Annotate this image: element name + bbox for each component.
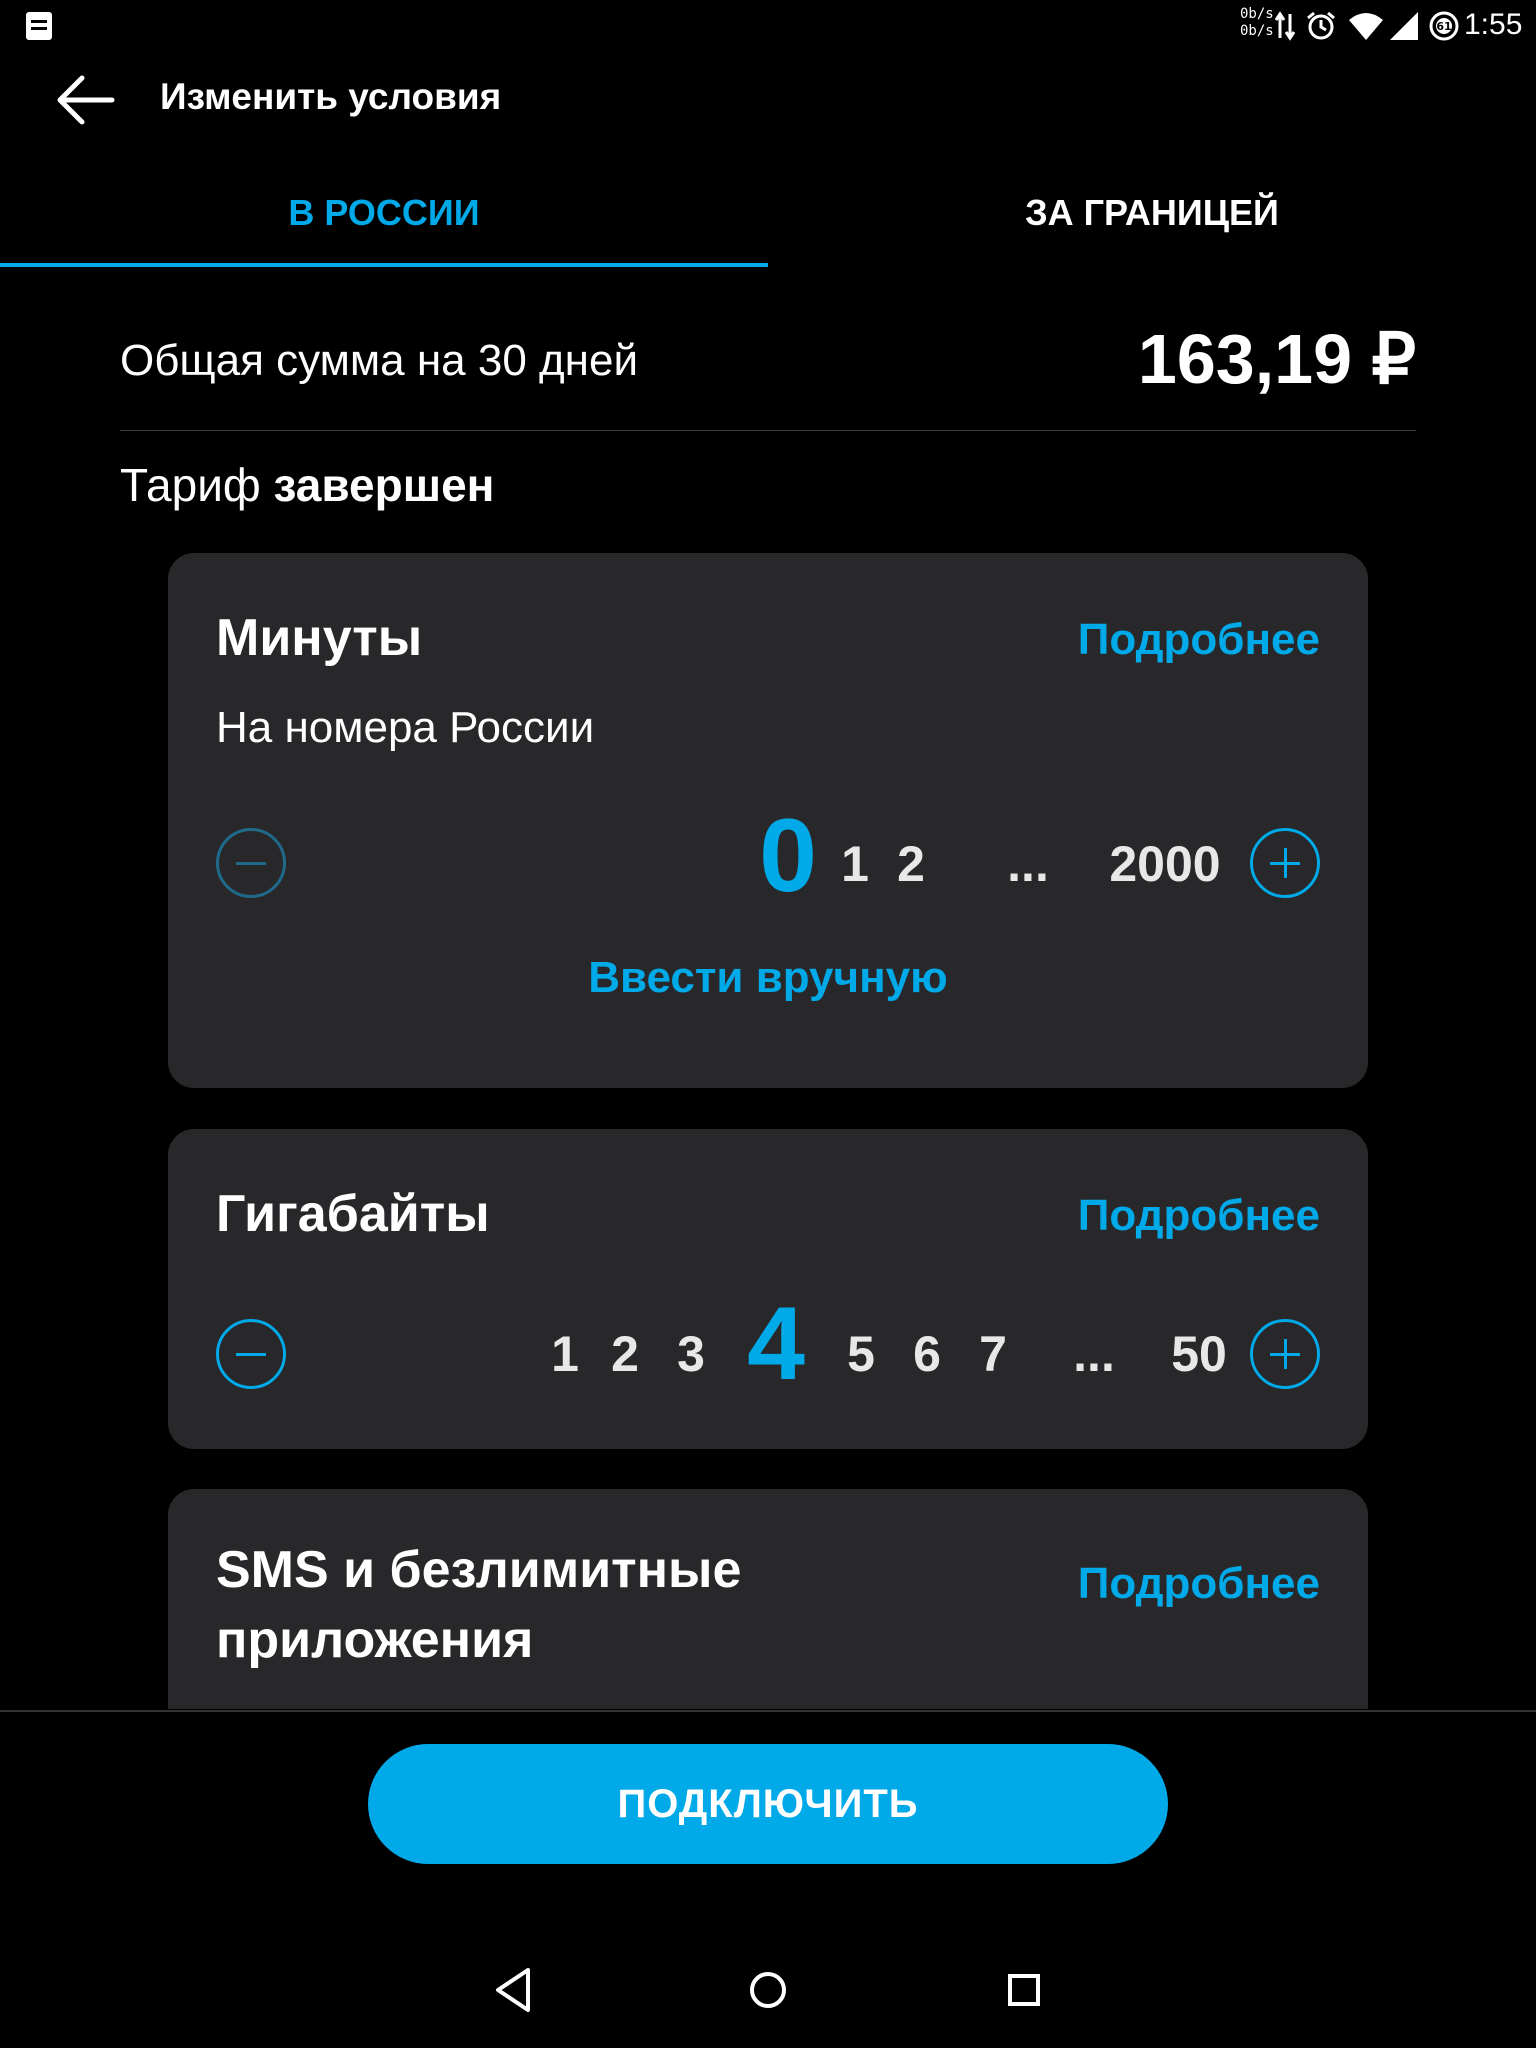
sms-apps-title: SMS и безлимитные приложения bbox=[216, 1535, 741, 1675]
sms-apps-card: SMS и безлимитные приложения Подробнее bbox=[168, 1489, 1368, 1709]
minutes-scale-ellipsis: ... bbox=[1007, 836, 1049, 892]
gigabytes-scale-item[interactable]: 6 bbox=[900, 1325, 954, 1383]
battery-icon: 61 bbox=[1429, 11, 1459, 41]
gigabytes-more-link[interactable]: Подробнее bbox=[1078, 1191, 1320, 1241]
gigabytes-scale-selected[interactable]: 4 bbox=[726, 1285, 826, 1404]
minutes-scale-item[interactable]: 2 bbox=[884, 835, 938, 893]
manual-input-link[interactable]: Ввести вручную bbox=[168, 953, 1368, 1003]
sms-apps-title-line2: приложения bbox=[216, 1611, 534, 1669]
tariff-prefix: Тариф bbox=[120, 459, 261, 511]
gigabytes-title: Гигабайты bbox=[216, 1185, 490, 1243]
minutes-scale-selected[interactable]: 0 bbox=[734, 797, 842, 916]
divider bbox=[120, 430, 1416, 431]
minutes-scale-max[interactable]: 2000 bbox=[1090, 835, 1240, 893]
tab-abroad[interactable]: ЗА ГРАНИЦЕЙ bbox=[768, 160, 1536, 266]
gigabytes-card: Гигабайты Подробнее 1 2 3 4 5 6 7 ... 50 bbox=[168, 1129, 1368, 1449]
tariff-status: завершен bbox=[273, 459, 495, 511]
wifi-icon bbox=[1349, 13, 1383, 40]
page-title: Изменить условия bbox=[160, 76, 502, 117]
nav-recents-icon[interactable] bbox=[994, 1960, 1054, 2020]
nav-back-icon[interactable] bbox=[484, 1960, 544, 2020]
sms-apps-title-line1: SMS и безлимитные bbox=[216, 1541, 742, 1599]
gigabytes-scale-ellipsis: ... bbox=[1073, 1326, 1115, 1382]
minutes-more-link[interactable]: Подробнее bbox=[1078, 615, 1320, 665]
alarm-icon bbox=[1307, 11, 1335, 40]
status-bar: 0b/s 0b/s 61 1:55 bbox=[0, 0, 1536, 52]
notification-icon bbox=[26, 12, 52, 40]
gigabytes-scale-item[interactable]: 1 bbox=[538, 1325, 592, 1383]
connect-button[interactable]: ПОДКЛЮЧИТЬ bbox=[368, 1744, 1168, 1864]
network-speed: 0b/s 0b/s bbox=[1240, 6, 1274, 40]
minutes-subtitle: На номера России bbox=[216, 703, 595, 752]
tab-indicator bbox=[0, 263, 768, 267]
back-arrow-icon[interactable] bbox=[46, 62, 126, 142]
tab-russia[interactable]: В РОССИИ bbox=[0, 160, 768, 266]
minutes-increase-button[interactable] bbox=[1250, 828, 1320, 898]
gigabytes-scale-item[interactable]: 5 bbox=[834, 1325, 888, 1383]
bottom-divider bbox=[0, 1710, 1536, 1712]
minutes-decrease-button[interactable] bbox=[216, 828, 286, 898]
total-label: Общая сумма на 30 дней bbox=[120, 336, 639, 385]
sms-apps-more-link[interactable]: Подробнее bbox=[1078, 1559, 1320, 1609]
clock: 1:55 bbox=[1464, 8, 1523, 41]
minutes-title: Минуты bbox=[216, 609, 423, 667]
net-down-speed: 0b/s bbox=[1240, 23, 1274, 39]
net-up-speed: 0b/s bbox=[1240, 6, 1274, 22]
gigabytes-scale-item[interactable]: 3 bbox=[664, 1325, 718, 1383]
gigabytes-scale-max[interactable]: 50 bbox=[1154, 1325, 1244, 1383]
cellular-signal-icon bbox=[1390, 12, 1418, 40]
gigabytes-scale-item[interactable]: 7 bbox=[966, 1325, 1020, 1383]
gigabytes-scale-item[interactable]: 2 bbox=[598, 1325, 652, 1383]
data-transfer-icon bbox=[1275, 11, 1295, 41]
battery-level: 61 bbox=[1436, 20, 1451, 33]
gigabytes-increase-button[interactable] bbox=[1250, 1319, 1320, 1389]
total-value: 163,19 ₽ bbox=[1137, 320, 1416, 398]
minutes-scale-item[interactable]: 1 bbox=[828, 835, 882, 893]
nav-home-icon[interactable] bbox=[738, 1960, 798, 2020]
tariff-status-line: Тариф завершен bbox=[120, 458, 494, 512]
gigabytes-decrease-button[interactable] bbox=[216, 1319, 286, 1389]
minutes-card: Минуты Подробнее На номера России 0 1 2 … bbox=[168, 553, 1368, 1088]
